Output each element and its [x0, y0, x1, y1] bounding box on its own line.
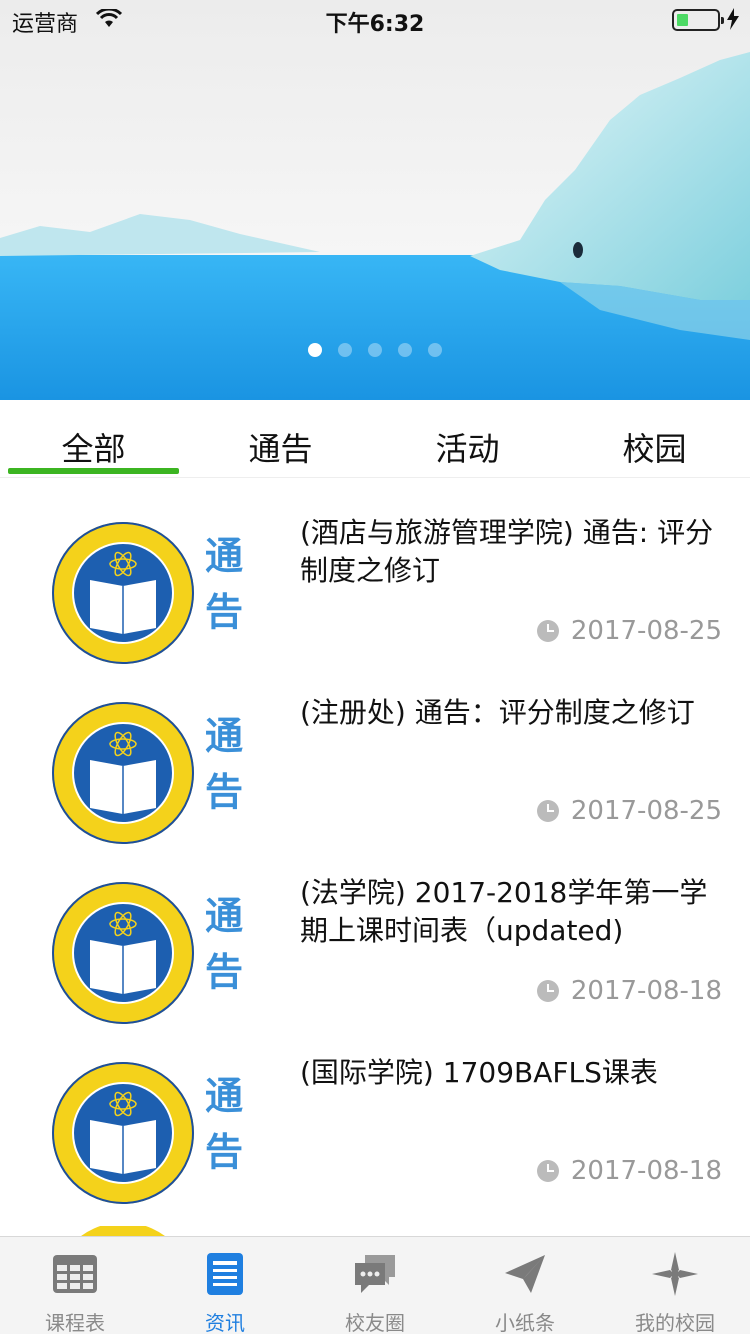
badge-char: 通 — [204, 534, 243, 578]
carousel-page-indicator — [0, 342, 750, 361]
active-tab-indicator — [8, 468, 179, 474]
tabbar-label: 校友圈 — [345, 1311, 405, 1334]
notice-badge: 通告 — [202, 708, 246, 820]
clock-icon — [536, 980, 559, 1002]
carousel-dot[interactable] — [338, 343, 352, 357]
news-thumbnail: 通告 — [50, 700, 250, 850]
category-tabs: 全部 通告 活动 校园 — [0, 400, 750, 478]
carousel-dot[interactable] — [308, 343, 322, 357]
paper-plane-icon — [505, 1255, 545, 1293]
tabbar-label: 小纸条 — [495, 1311, 555, 1334]
chat-bubbles-icon — [355, 1255, 395, 1293]
notice-badge: 通告 — [202, 888, 246, 1000]
news-list-item[interactable]: 通告 (注册处) 通告：评分制度之修订 2017-08-25 — [0, 676, 750, 856]
clock-time: 下午6:32 — [325, 12, 425, 37]
badge-char: 告 — [204, 770, 243, 814]
status-bar: 运营商 下午6:32 — [0, 0, 750, 40]
battery-level — [677, 14, 688, 26]
badge-char: 告 — [204, 590, 243, 634]
news-date: 2017-08-18 — [536, 1156, 722, 1186]
compass-icon — [652, 1252, 698, 1296]
news-date: 2017-08-25 — [536, 796, 722, 826]
news-date: 2017-08-25 — [536, 616, 722, 646]
clock-icon — [536, 620, 559, 642]
notice-badge: 通告 — [202, 1068, 246, 1180]
tabbar-label: 我的校园 — [635, 1311, 715, 1334]
badge-char: 通 — [204, 1074, 243, 1118]
news-list-item[interactable]: 通告 (国际学院) 1709BAFLS课表 2017-08-18 — [0, 1036, 750, 1216]
news-title: (注册处) 通告：评分制度之修订 — [300, 696, 695, 729]
tab-all[interactable]: 全部 — [0, 424, 187, 470]
tabbar-my-campus[interactable]: 我的校园 — [600, 1237, 750, 1334]
university-seal-logo — [52, 882, 194, 1024]
tab-notices[interactable]: 通告 — [187, 424, 374, 470]
notice-badge: 通告 — [202, 528, 246, 640]
news-date: 2017-08-18 — [536, 976, 722, 1006]
charging-icon — [727, 8, 739, 30]
tab-activities[interactable]: 活动 — [374, 424, 561, 470]
tabbar-timetable[interactable]: 课程表 — [0, 1237, 150, 1334]
tabbar-label: 资讯 — [205, 1311, 245, 1334]
university-seal-logo — [52, 702, 194, 844]
news-title: (酒店与旅游管理学院) 通告: 评分制度之修订 — [300, 516, 714, 587]
tabbar-notes[interactable]: 小纸条 — [450, 1237, 600, 1334]
tabbar-label: 课程表 — [45, 1311, 105, 1334]
timetable-icon — [53, 1255, 97, 1293]
tabbar-alumni[interactable]: 校友圈 — [300, 1237, 450, 1334]
university-seal-logo — [52, 522, 194, 664]
news-thumbnail: 通告 — [50, 1060, 250, 1210]
tabbar-news[interactable]: 资讯 — [150, 1237, 300, 1334]
banner-carousel[interactable] — [0, 0, 750, 400]
news-thumbnail: 通告 — [50, 880, 250, 1030]
news-thumbnail: 通告 — [50, 520, 250, 670]
news-date-text: 2017-08-25 — [570, 796, 722, 826]
news-list-item[interactable]: 通告 (酒店与旅游管理学院) 通告: 评分制度之修订 2017-08-25 — [0, 496, 750, 676]
news-date-text: 2017-08-25 — [570, 616, 722, 646]
news-date-text: 2017-08-18 — [570, 1156, 722, 1186]
badge-char: 告 — [204, 950, 243, 994]
badge-char: 通 — [204, 714, 243, 758]
news-title: (国际学院) 1709BAFLS课表 — [300, 1056, 658, 1089]
battery-icon — [672, 9, 724, 31]
clock-icon — [536, 800, 559, 822]
news-list-item[interactable]: 通告 (法学院) 2017-2018学年第一学期上课时间表（updated) 201… — [0, 856, 750, 1036]
carousel-dot[interactable] — [398, 343, 412, 357]
badge-char: 通 — [204, 894, 243, 938]
tab-campus[interactable]: 校园 — [561, 424, 748, 470]
bottom-tab-bar: 课程表 资讯 校友圈 小纸条 我的校园 — [0, 1236, 750, 1334]
iceberg-banner-image — [0, 0, 750, 400]
carousel-dot[interactable] — [368, 343, 382, 357]
news-title: (法学院) 2017-2018学年第一学期上课时间表（updated) — [300, 876, 708, 947]
university-seal-logo — [52, 1062, 194, 1204]
news-date-text: 2017-08-18 — [570, 976, 722, 1006]
news-icon — [207, 1253, 243, 1295]
badge-char: 告 — [204, 1130, 243, 1174]
carousel-dot[interactable] — [428, 343, 442, 357]
clock-icon — [536, 1160, 559, 1182]
